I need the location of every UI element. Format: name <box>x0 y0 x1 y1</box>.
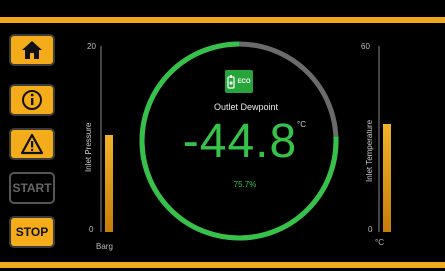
dewpoint-percent: 75.7% <box>233 180 257 189</box>
eco-badge-label: ECO <box>237 78 251 85</box>
bottom-accent-bar <box>0 262 445 268</box>
dewpoint-title: Outlet Dewpoint <box>213 102 279 112</box>
dewpoint-value: -44.8 <box>182 115 298 168</box>
hmi-screen: START STOP 20 Inlet Pressure 0 Barg 60 I… <box>0 0 445 271</box>
dewpoint-unit: °C <box>297 120 306 129</box>
eco-badge: ECO <box>225 70 253 93</box>
dryer-icon <box>227 74 236 89</box>
